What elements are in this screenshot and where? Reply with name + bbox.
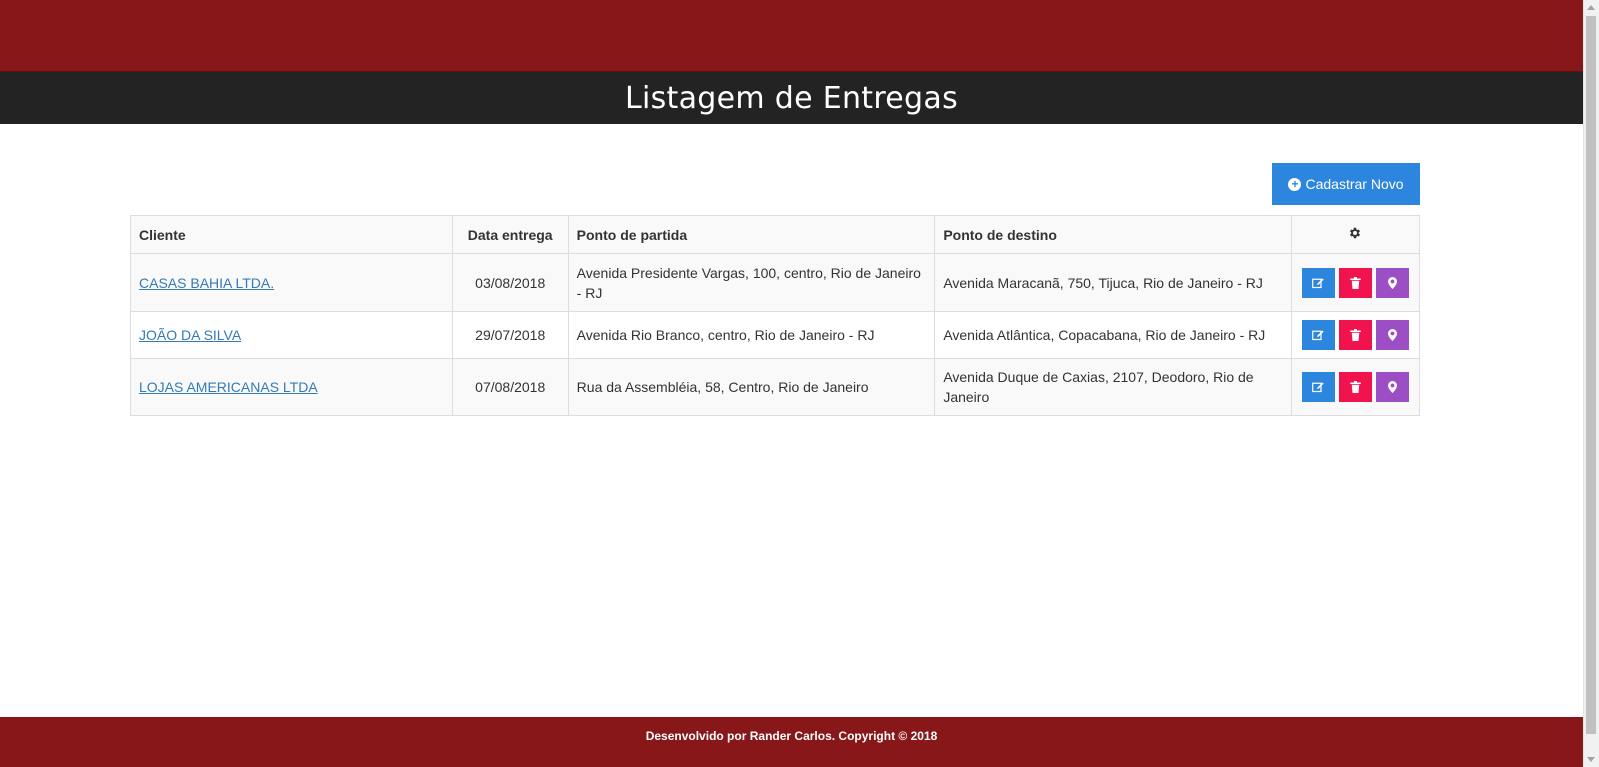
origin-address: Rua da Assembléia, 58, Centro, Rio de Ja…	[567, 358, 936, 416]
edit-icon	[1312, 278, 1325, 288]
destination-address: Avenida Duque de Caxias, 2107, Deodoro, …	[934, 358, 1292, 416]
add-delivery-button[interactable]: + Cadastrar Novo	[1272, 163, 1420, 205]
table-row: CASAS BAHIA LTDA. 03/08/2018 Avenida Pre…	[130, 253, 1421, 312]
map-marker-icon	[1387, 329, 1397, 341]
add-delivery-button-label: Cadastrar Novo	[1305, 176, 1404, 192]
column-header-date: Data entrega	[451, 215, 569, 254]
trash-icon	[1350, 276, 1361, 289]
map-location-button[interactable]	[1375, 320, 1409, 350]
delivery-date: 29/07/2018	[451, 311, 569, 359]
footer-copyright: Desenvolvido por Rander Carlos. Copyrigh…	[645, 729, 938, 743]
trash-icon	[1350, 329, 1361, 341]
map-location-button[interactable]	[1375, 372, 1409, 402]
trash-icon	[1350, 381, 1361, 393]
client-link[interactable]: JOÃO DA SILVA	[139, 327, 241, 343]
page-title: Listagem de Entregas	[624, 80, 959, 116]
map-marker-icon	[1387, 276, 1397, 289]
origin-address: Avenida Rio Branco, centro, Rio de Janei…	[567, 311, 936, 359]
destination-address: Avenida Atlântica, Copacabana, Rio de Ja…	[934, 311, 1292, 359]
client-link[interactable]: CASAS BAHIA LTDA.	[139, 275, 274, 291]
edit-icon	[1312, 382, 1325, 393]
delivery-date: 03/08/2018	[451, 253, 569, 312]
gear-icon	[1350, 227, 1361, 238]
map-marker-icon	[1387, 381, 1397, 393]
page: Listagem de Entregas + Cadastrar Novo Cl…	[0, 0, 1599, 767]
delete-button[interactable]	[1338, 267, 1372, 298]
deliveries-table: Cliente Data entrega Ponto de partida Po…	[130, 215, 1421, 416]
row-actions	[1290, 358, 1421, 416]
map-location-button[interactable]	[1375, 267, 1409, 298]
row-actions	[1290, 311, 1421, 359]
edit-button[interactable]	[1301, 320, 1335, 350]
column-header-actions	[1290, 215, 1421, 254]
scrollbar-thumb[interactable]	[1586, 16, 1596, 734]
table-row: LOJAS AMERICANAS LTDA 07/08/2018 Rua da …	[130, 358, 1421, 416]
origin-address: Avenida Presidente Vargas, 100, centro, …	[567, 253, 936, 312]
edit-button[interactable]	[1301, 267, 1335, 298]
vertical-scrollbar[interactable]	[1583, 0, 1599, 767]
plus-circle-icon: +	[1288, 177, 1302, 191]
destination-address: Avenida Maracanã, 750, Tijuca, Rio de Ja…	[934, 253, 1292, 312]
top-brand-bar	[0, 0, 1583, 72]
delete-button[interactable]	[1338, 320, 1372, 350]
column-header-origin: Ponto de partida	[567, 215, 936, 254]
column-header-client: Cliente	[130, 215, 453, 254]
scroll-up-arrow-icon[interactable]	[1587, 5, 1595, 10]
title-bar: Listagem de Entregas	[0, 72, 1583, 124]
delivery-date: 07/08/2018	[451, 358, 569, 416]
edit-button[interactable]	[1301, 372, 1335, 402]
scroll-down-arrow-icon[interactable]	[1587, 757, 1595, 762]
delete-button[interactable]	[1338, 372, 1372, 402]
column-header-destination: Ponto de destino	[934, 215, 1292, 254]
client-link[interactable]: LOJAS AMERICANAS LTDA	[139, 379, 318, 395]
edit-icon	[1312, 330, 1325, 341]
table-header-row: Cliente Data entrega Ponto de partida Po…	[130, 215, 1421, 254]
table-row: JOÃO DA SILVA 29/07/2018 Avenida Rio Bra…	[130, 311, 1421, 359]
footer: Desenvolvido por Rander Carlos. Copyrigh…	[0, 717, 1583, 767]
row-actions	[1290, 253, 1421, 312]
